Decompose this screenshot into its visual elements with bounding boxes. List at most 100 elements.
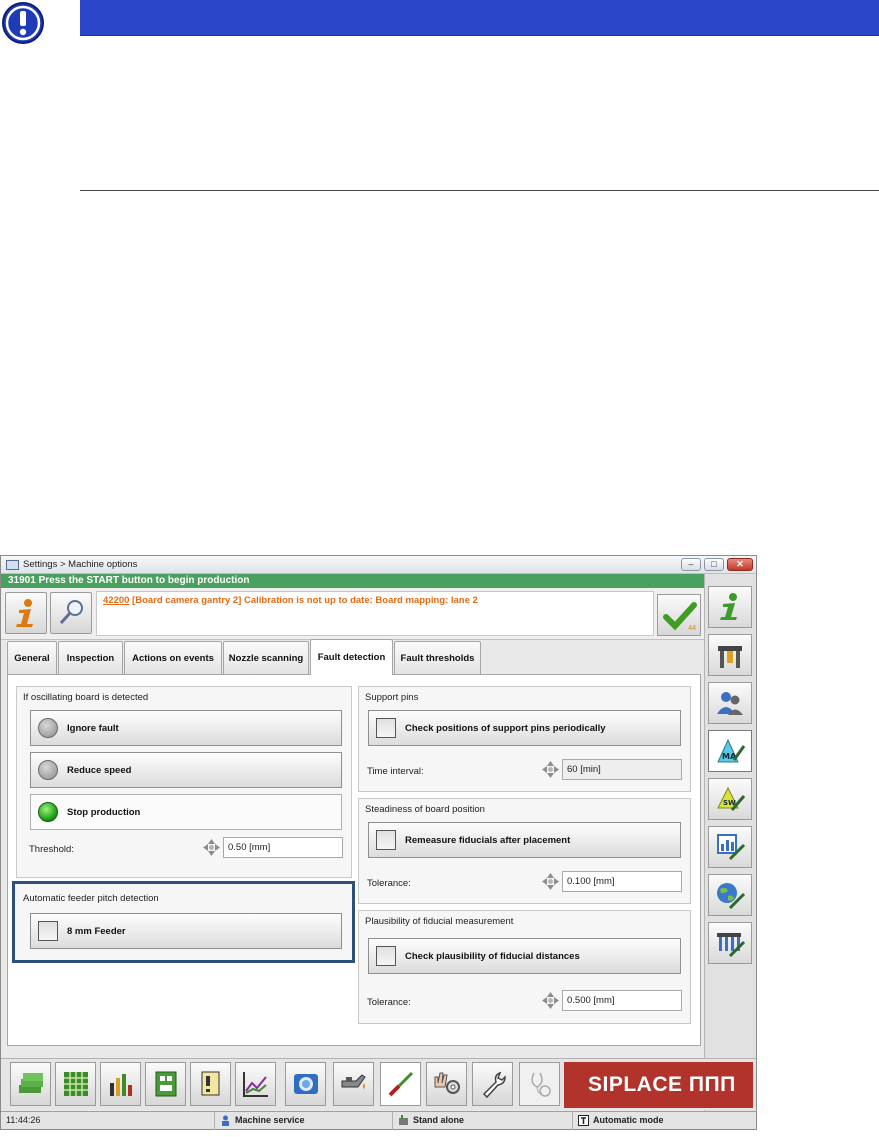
status-message-bar: 31901 Press the START button to begin pr… (1, 574, 704, 588)
feeder-pitch-group: Automatic feeder pitch detection 8 mm Fe… (12, 881, 355, 963)
spin-arrows-icon[interactable] (542, 761, 559, 778)
stethoscope-icon (530, 1072, 551, 1097)
machine-service-status: Machine service (214, 1112, 392, 1130)
tab-actions-on-events[interactable]: Actions on events (124, 641, 222, 675)
service-text: Machine service (235, 1115, 305, 1125)
message-code-link[interactable]: 42200 (103, 595, 129, 606)
toolbar-grid-button[interactable] (55, 1062, 96, 1106)
automatic-mode-status: Automatic mode (572, 1112, 756, 1130)
minimize-button[interactable]: – (681, 558, 701, 571)
toolbar-maintenance-button[interactable] (333, 1062, 374, 1106)
tab-nozzle-scanning[interactable]: Nozzle scanning (223, 641, 309, 675)
sidebar-software-button[interactable]: SW (708, 778, 752, 820)
reduce-speed-option[interactable]: Reduce speed (30, 752, 342, 788)
sidebar-users-button[interactable] (708, 682, 752, 724)
message-text: 42200 [Board camera gantry 2] Calibratio… (103, 595, 478, 606)
app-icon (6, 560, 19, 570)
plausibility-checkbox[interactable]: Check plausibility of fiducial distances (368, 938, 681, 974)
toolbar-chart-button[interactable] (100, 1062, 141, 1106)
feeder-8mm-checkbox[interactable]: 8 mm Feeder (30, 913, 342, 949)
message-body: [Board camera gantry 2] Calibration is n… (129, 595, 478, 606)
toolbar-camera-button[interactable] (285, 1062, 326, 1106)
tab-inspection[interactable]: Inspection (58, 641, 123, 675)
group-heading: Support pins (365, 692, 419, 703)
oscillating-board-group: If oscillating board is detected Ignore … (16, 686, 352, 878)
person-icon (222, 1115, 229, 1127)
radio-button (38, 760, 58, 780)
app-window: Settings > Machine options – □ ✕ 31901 P… (0, 555, 757, 1130)
sidebar-network-button[interactable] (708, 874, 752, 916)
document-header-bar (80, 0, 879, 36)
toolbar-tools-button[interactable] (472, 1062, 513, 1106)
machine-options-icon: MA (717, 738, 746, 763)
toolbar-settings-button[interactable] (380, 1062, 421, 1106)
radio-button (38, 718, 58, 738)
threshold-field[interactable]: 0.50 [mm] (223, 837, 343, 858)
info-green-icon (720, 593, 737, 620)
info-button[interactable] (5, 592, 47, 634)
document-icon (201, 1071, 219, 1096)
window-title: Settings > Machine options (23, 559, 138, 570)
ignore-fault-option[interactable]: Ignore fault (30, 710, 342, 746)
toolbar-diagnostics-button[interactable] (519, 1062, 560, 1106)
mode-icon (578, 1115, 589, 1127)
mode-text: Automatic mode (593, 1115, 664, 1125)
time-interval-field[interactable]: 60 [min] (562, 759, 682, 780)
checkbox (376, 718, 396, 738)
spin-arrows-icon[interactable] (542, 992, 559, 1009)
sidebar-gantry-button[interactable] (708, 634, 752, 676)
sidebar-info-button[interactable] (708, 586, 752, 628)
toolbar-board-stack-button[interactable] (10, 1062, 51, 1106)
spin-arrows-icon[interactable] (542, 873, 559, 890)
toolbar-document-button[interactable] (190, 1062, 231, 1106)
maximize-button[interactable]: □ (704, 558, 724, 571)
option-label: Reduce speed (67, 764, 132, 776)
group-heading: If oscillating board is detected (23, 692, 149, 703)
tolerance-field[interactable]: 0.100 [mm] (562, 871, 682, 892)
search-button[interactable] (50, 592, 92, 634)
support-pins-checkbox[interactable]: Check positions of support pins periodic… (368, 710, 681, 746)
option-label: Remeasure fiducials after placement (405, 834, 571, 846)
toolbar-gears-button[interactable] (426, 1062, 467, 1106)
tab-content: If oscillating board is detected Ignore … (7, 674, 701, 1046)
tab-fault-thresholds[interactable]: Fault thresholds (394, 641, 481, 675)
group-heading: Plausibility of fiducial measurement (365, 916, 514, 927)
radio-button-selected (38, 802, 58, 822)
tolerance-field[interactable]: 0.500 [mm] (562, 990, 682, 1011)
users-icon (717, 692, 743, 715)
mode-line-text: Stand alone (413, 1115, 465, 1125)
threshold-label: Threshold: (29, 844, 74, 855)
sidebar-statistics-button[interactable] (708, 826, 752, 868)
title-bar: Settings > Machine options – □ ✕ (1, 556, 756, 574)
spin-arrows-icon[interactable] (203, 839, 220, 856)
toolbar-layout-button[interactable] (145, 1062, 186, 1106)
bar-chart-icon (109, 1074, 132, 1096)
tab-fault-detection[interactable]: Fault detection (310, 639, 393, 675)
trend-chart-icon (242, 1072, 268, 1097)
grid-icon (63, 1072, 88, 1096)
camera-icon (293, 1074, 318, 1094)
close-button[interactable]: ✕ (727, 558, 753, 571)
acknowledge-button[interactable]: 44 (657, 594, 701, 636)
option-label: Ignore fault (67, 722, 119, 734)
oil-can-icon (341, 1074, 366, 1089)
tab-general[interactable]: General (7, 641, 57, 675)
globe-icon (717, 883, 746, 910)
feeder-icon (717, 933, 746, 958)
sidebar-feeder-button[interactable] (708, 922, 752, 964)
statistics-icon (717, 834, 746, 861)
clock: 11:44:26 (6, 1115, 41, 1125)
checkbox (376, 830, 396, 850)
message-box: 42200 [Board camera gantry 2] Calibratio… (96, 591, 654, 636)
sidebar-machine-button[interactable]: MA (708, 730, 752, 772)
message-row: 42200 [Board camera gantry 2] Calibratio… (1, 588, 704, 640)
pcb-layout-icon (155, 1071, 176, 1097)
stop-production-option[interactable]: Stop production (30, 794, 342, 830)
bottom-toolbar: SIPLACE ΠΠΠ (1, 1058, 756, 1110)
toolbar-trend-button[interactable] (235, 1062, 276, 1106)
board-stack-icon (18, 1073, 43, 1093)
checkbox (376, 946, 396, 966)
support-pins-group: Support pins Check positions of support … (358, 686, 691, 792)
status-bar: 11:44:26 Machine service Stand alone Aut… (1, 1111, 756, 1130)
remeasure-fiducials-checkbox[interactable]: Remeasure fiducials after placement (368, 822, 681, 858)
